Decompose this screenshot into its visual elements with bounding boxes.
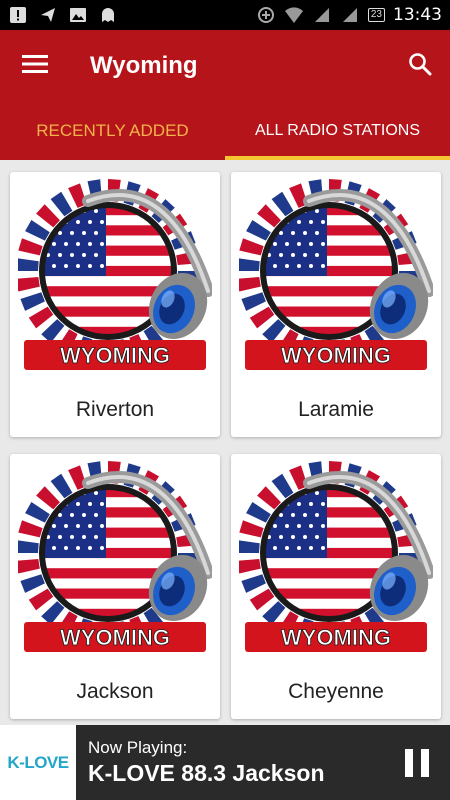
notification-alert-icon (8, 5, 28, 25)
klove-logo: K-LOVE (0, 725, 76, 800)
klove-logo-text: K-LOVE (7, 752, 69, 772)
app-title: Wyoming (90, 52, 198, 79)
data-saver-icon (256, 5, 276, 25)
station-grid: WYOMING Riverton WYOMING Laramie WYOMING… (0, 160, 450, 725)
search-icon (408, 52, 432, 81)
now-playing-station: K-LOVE 88.3 Jackson (88, 760, 325, 786)
tab-all-radio-stations[interactable]: ALL RADIO STATIONS (225, 102, 450, 160)
wyoming-radio-logo: WYOMING (16, 461, 214, 657)
tab-bar: RECENTLY ADDED ALL RADIO STATIONS (0, 102, 450, 160)
tab-recently-added-label: RECENTLY ADDED (36, 121, 189, 140)
logo-banner-text: WYOMING (60, 343, 170, 368)
now-playing-bar[interactable]: K-LOVE Now Playing: K-LOVE 88.3 Jackson (0, 725, 450, 800)
station-card-laramie[interactable]: WYOMING Laramie (231, 172, 441, 437)
now-playing-info: Now Playing: K-LOVE 88.3 Jackson (88, 738, 325, 787)
hamburger-menu-button[interactable] (0, 30, 70, 102)
wyoming-radio-logo: WYOMING (237, 461, 435, 657)
logo-banner-text: WYOMING (281, 625, 391, 650)
battery-icon: 23 (367, 8, 385, 22)
hamburger-menu-icon (22, 54, 48, 79)
status-left (8, 5, 118, 25)
send-icon (38, 5, 58, 25)
app-bar: Wyoming (0, 30, 450, 102)
station-card-cheyenne[interactable]: WYOMING Cheyenne (231, 454, 441, 719)
now-playing-label: Now Playing: (88, 738, 188, 757)
pause-icon (401, 748, 433, 777)
ghost-icon (98, 5, 118, 25)
station-card-riverton[interactable]: WYOMING Riverton (10, 172, 220, 437)
search-button[interactable] (390, 30, 450, 102)
wyoming-radio-logo: WYOMING (237, 179, 435, 375)
signal-icon (312, 5, 332, 25)
station-name: Jackson (76, 680, 154, 703)
image-icon (68, 5, 88, 25)
wyoming-radio-logo: WYOMING (16, 179, 214, 375)
signal-2-icon (340, 5, 360, 25)
status-time: 13:43 (393, 5, 442, 25)
status-bar: 23 13:43 (0, 0, 450, 30)
logo-banner-text: WYOMING (281, 343, 391, 368)
station-card-jackson[interactable]: WYOMING Jackson (10, 454, 220, 719)
wifi-icon (284, 5, 304, 25)
logo-banner-text: WYOMING (60, 625, 170, 650)
station-name: Cheyenne (288, 680, 384, 703)
station-name: Laramie (298, 398, 374, 421)
station-name: Riverton (75, 398, 155, 421)
pause-button[interactable] (384, 725, 450, 800)
tab-all-radio-stations-label: ALL RADIO STATIONS (254, 122, 421, 139)
tab-recently-added[interactable]: RECENTLY ADDED (0, 102, 225, 160)
status-right: 23 13:43 (256, 5, 442, 25)
